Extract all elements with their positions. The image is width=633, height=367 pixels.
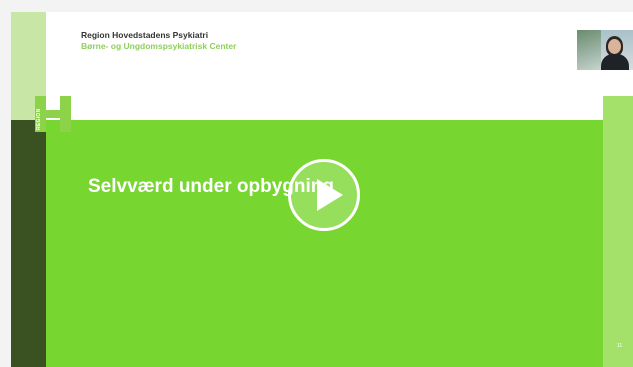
video-player[interactable]: Region Hovedstadens Psykiatri Børne- og … <box>0 0 633 367</box>
slide-header <box>11 12 633 120</box>
logo-text: REGION <box>36 108 42 130</box>
presenter-background-window <box>577 30 601 70</box>
slide-page-number: 11 <box>617 343 623 349</box>
presenter-body <box>601 54 629 70</box>
right-strip-top <box>603 96 633 120</box>
organization-subtitle: Børne- og Ungdomspsykiatrisk Center <box>81 41 237 51</box>
right-light-strip <box>603 120 633 367</box>
organization-name: Region Hovedstadens Psykiatri <box>81 30 209 40</box>
slide-main-area <box>11 120 633 367</box>
play-button[interactable] <box>288 159 360 231</box>
presenter-video-thumbnail[interactable] <box>577 30 633 70</box>
left-dark-strip <box>11 120 46 367</box>
presenter-face <box>608 39 621 54</box>
play-icon <box>317 179 343 211</box>
